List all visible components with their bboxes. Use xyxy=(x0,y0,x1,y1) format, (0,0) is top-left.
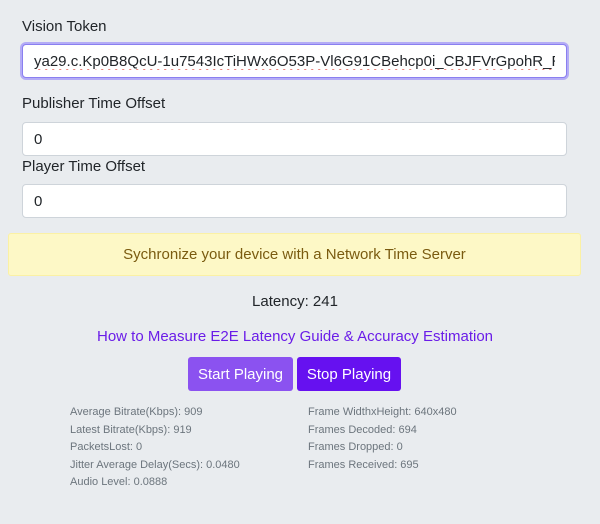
start-playing-button[interactable]: Start Playing xyxy=(188,357,293,391)
player-offset-input[interactable] xyxy=(22,184,567,218)
stat-audio-level: Audio Level: 0.0888 xyxy=(70,476,168,488)
stat-packets-lost: PacketsLost: 0 xyxy=(70,441,143,453)
stats-left-column: Average Bitrate(Kbps): 909 Latest Bitrat… xyxy=(70,404,240,492)
field-label-vision-token: Vision Token xyxy=(22,18,107,35)
latency-guide-link[interactable]: How to Measure E2E Latency Guide & Accur… xyxy=(0,328,590,345)
stat-frames-received: Frames Received: 695 xyxy=(308,458,419,471)
field-label-player-offset: Player Time Offset xyxy=(22,158,146,175)
vision-token-input[interactable] xyxy=(22,44,567,78)
field-label-publisher-offset: Publisher Time Offset xyxy=(22,95,166,112)
latency-readout: Latency: 241 xyxy=(252,293,338,310)
stats-right-column: Frame WidthxHeight: 640x480 Frames Decod… xyxy=(308,404,457,474)
stat-latest-bitrate: Latest Bitrate(Kbps): 919 xyxy=(70,423,192,436)
stop-playing-button[interactable]: Stop Playing xyxy=(297,357,401,391)
stat-frame-size: Frame WidthxHeight: 640x480 xyxy=(308,406,457,418)
publisher-offset-input[interactable] xyxy=(22,122,567,156)
stat-jitter-delay: Jitter Average Delay(Secs): 0.0480 xyxy=(70,458,240,471)
stat-frames-dropped: Frames Dropped: 0 xyxy=(308,441,403,453)
ntp-alert: Sychronize your device with a Network Ti… xyxy=(8,233,581,276)
stat-frames-decoded: Frames Decoded: 694 xyxy=(308,423,417,436)
ntp-alert-text: Sychronize your device with a Network Ti… xyxy=(123,246,466,263)
stat-average-bitrate: Average Bitrate(Kbps): 909 xyxy=(70,406,203,418)
